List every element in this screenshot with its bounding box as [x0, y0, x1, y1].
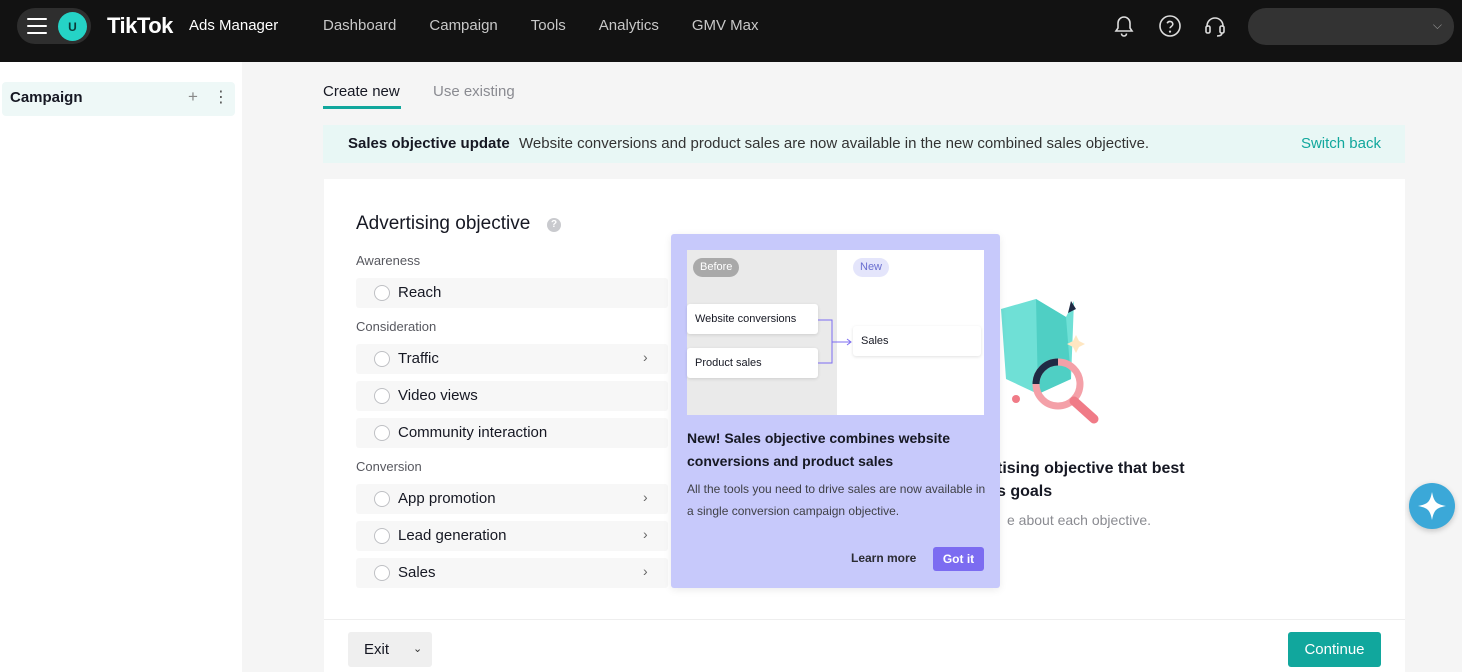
- banner-title: Sales objective update: [348, 135, 510, 152]
- right-title-line2: s goals: [997, 483, 1053, 500]
- got-it-button[interactable]: Got it: [933, 547, 984, 571]
- radio-button[interactable]: [374, 351, 390, 367]
- before-new-illustration: Before New Website conversions Product s…: [687, 250, 984, 415]
- sidebar: Campaign + ⋮: [0, 62, 242, 672]
- tab-use-existing[interactable]: Use existing: [433, 83, 515, 100]
- sidebar-item-campaign[interactable]: Campaign + ⋮: [2, 82, 235, 116]
- map-magnifier-illustration: [1001, 299, 1099, 424]
- objective-reach[interactable]: Reach: [356, 278, 668, 308]
- sales-update-banner: Sales objective update Website conversio…: [323, 125, 1405, 163]
- group-consideration: Consideration: [356, 319, 437, 334]
- card-sales: Sales: [853, 326, 981, 356]
- nav-dashboard[interactable]: Dashboard: [323, 17, 396, 34]
- group-awareness: Awareness: [356, 253, 421, 268]
- menu-icon[interactable]: [27, 18, 47, 34]
- group-conversion: Conversion: [356, 459, 422, 474]
- exit-label: Exit: [364, 641, 390, 658]
- advertising-objective-title: Advertising objective: [356, 213, 531, 234]
- objective-label: Sales: [398, 564, 436, 581]
- objective-label: Community interaction: [398, 424, 548, 441]
- bell-icon[interactable]: [1112, 14, 1136, 38]
- footer-divider: [324, 619, 1405, 620]
- radio-button[interactable]: [374, 528, 390, 544]
- brand-logo[interactable]: TikTok: [107, 13, 173, 39]
- right-panel-title: tising objective that best s goals: [997, 457, 1185, 503]
- popover-title: New! Sales objective combines website co…: [687, 430, 950, 469]
- add-campaign-button[interactable]: +: [188, 87, 198, 107]
- account-selector[interactable]: ⌵: [1248, 8, 1454, 45]
- radio-button[interactable]: [374, 388, 390, 404]
- chevron-right-icon: ›: [643, 563, 648, 579]
- radio-button[interactable]: [374, 491, 390, 507]
- avatar[interactable]: U: [58, 12, 87, 41]
- objective-video-views[interactable]: Video views: [356, 381, 668, 411]
- chevron-down-icon: ⌵: [1432, 18, 1442, 32]
- objective-app-promotion[interactable]: App promotion ›: [356, 484, 668, 514]
- objective-label: Video views: [398, 387, 478, 404]
- nav-gmv-max[interactable]: GMV Max: [692, 17, 759, 34]
- help-icon[interactable]: [1158, 14, 1182, 38]
- brand-subtitle: Ads Manager: [189, 17, 279, 34]
- objective-label: Traffic: [398, 350, 439, 367]
- chevron-right-icon: ›: [643, 489, 648, 505]
- objective-label: Reach: [398, 284, 442, 301]
- top-bar: U TikTok Ads Manager Dashboard Campaign …: [0, 0, 1462, 62]
- help-icon[interactable]: ?: [547, 218, 561, 232]
- sales-objective-popover: Before New Website conversions Product s…: [671, 234, 1000, 588]
- radio-button[interactable]: [374, 285, 390, 301]
- card-website-conversions: Website conversions: [687, 304, 818, 334]
- tab-create-new[interactable]: Create new: [323, 83, 400, 100]
- radio-button[interactable]: [374, 565, 390, 581]
- learn-more-link[interactable]: Learn more: [851, 551, 916, 565]
- switch-back-link[interactable]: Switch back: [1301, 135, 1381, 152]
- more-options-icon[interactable]: ⋮: [213, 87, 229, 107]
- objective-community-interaction[interactable]: Community interaction: [356, 418, 668, 448]
- headset-icon[interactable]: [1203, 14, 1227, 38]
- right-title-line1: tising objective that best: [997, 460, 1185, 477]
- continue-button[interactable]: Continue: [1288, 632, 1381, 667]
- exit-button[interactable]: Exit ⌄: [348, 632, 432, 667]
- sidebar-campaign-label: Campaign: [10, 89, 83, 106]
- nav-campaign[interactable]: Campaign: [429, 17, 497, 34]
- badge-new: New: [853, 258, 890, 277]
- banner-message: Website conversions and product sales ar…: [519, 135, 1150, 152]
- card-product-sales: Product sales: [687, 348, 818, 378]
- popover-body: All the tools you need to drive sales ar…: [687, 482, 986, 518]
- assistant-button[interactable]: [1409, 483, 1455, 529]
- assistant-icon: [1418, 492, 1446, 520]
- objective-sales[interactable]: Sales ›: [356, 558, 668, 588]
- chevron-right-icon: ›: [643, 526, 648, 542]
- objective-label: App promotion: [398, 490, 496, 507]
- chevron-right-icon: ›: [643, 349, 648, 365]
- chevron-down-icon: ⌄: [413, 643, 423, 655]
- nav-analytics[interactable]: Analytics: [599, 17, 659, 34]
- objective-traffic[interactable]: Traffic ›: [356, 344, 668, 374]
- objective-label: Lead generation: [398, 527, 507, 544]
- merge-arrow-icon: [818, 319, 852, 364]
- badge-before: Before: [693, 258, 740, 277]
- right-panel-subtitle: e about each objective.: [1007, 512, 1151, 528]
- nav-tools[interactable]: Tools: [531, 17, 566, 34]
- radio-button[interactable]: [374, 425, 390, 441]
- objective-lead-generation[interactable]: Lead generation ›: [356, 521, 668, 551]
- tab-active-indicator: [323, 106, 401, 109]
- main-nav: Dashboard Campaign Tools Analytics GMV M…: [323, 17, 792, 34]
